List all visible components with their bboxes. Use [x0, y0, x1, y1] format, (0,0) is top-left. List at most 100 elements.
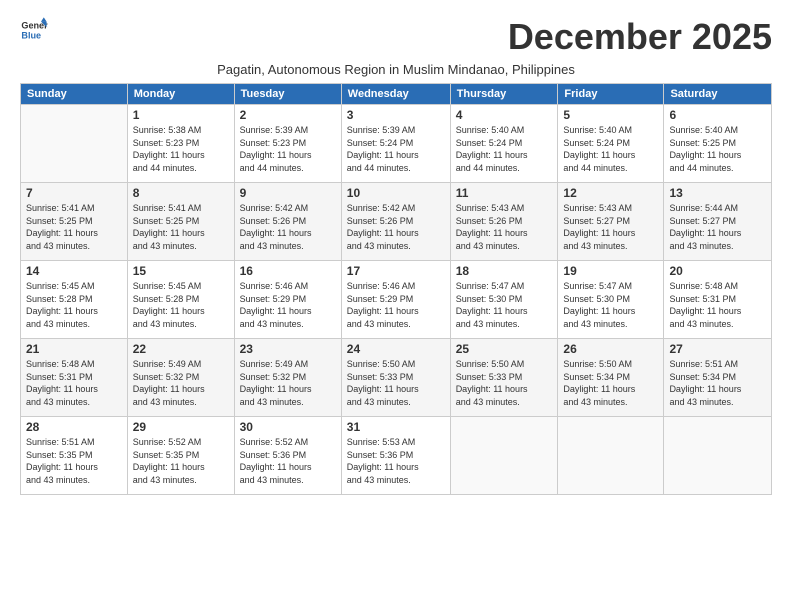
calendar-cell: 13 Sunrise: 5:44 AM Sunset: 5:27 PM Dayli… — [664, 183, 772, 261]
day-number: 21 — [26, 342, 122, 356]
day-info: Sunrise: 5:42 AM Sunset: 5:26 PM Dayligh… — [347, 202, 445, 252]
calendar-cell: 2 Sunrise: 5:39 AM Sunset: 5:23 PM Daylig… — [234, 105, 341, 183]
weekday-header: Sunday — [21, 84, 128, 105]
day-info: Sunrise: 5:52 AM Sunset: 5:35 PM Dayligh… — [133, 436, 229, 486]
calendar-week: 1 Sunrise: 5:38 AM Sunset: 5:23 PM Daylig… — [21, 105, 772, 183]
day-number: 1 — [133, 108, 229, 122]
calendar-cell: 30Sunrise: 5:52 AM Sunset: 5:36 PM Dayli… — [234, 417, 341, 495]
calendar-cell: 29 Sunrise: 5:52 AM Sunset: 5:35 PM Dayli… — [127, 417, 234, 495]
day-info: Sunrise: 5:49 AM Sunset: 5:32 PM Dayligh… — [133, 358, 229, 408]
day-info: Sunrise: 5:50 AM Sunset: 5:34 PM Dayligh… — [563, 358, 658, 408]
day-info: Sunrise: 5:45 AM Sunset: 5:28 PM Dayligh… — [26, 280, 122, 330]
calendar-cell: 18Sunrise: 5:47 AM Sunset: 5:30 PM Dayli… — [450, 261, 558, 339]
day-info: Sunrise: 5:40 AM Sunset: 5:24 PM Dayligh… — [456, 124, 553, 174]
calendar-cell: 23Sunrise: 5:49 AM Sunset: 5:32 PM Dayli… — [234, 339, 341, 417]
calendar-cell: 12 Sunrise: 5:43 AM Sunset: 5:27 PM Dayli… — [558, 183, 664, 261]
day-number: 25 — [456, 342, 553, 356]
day-number: 8 — [133, 186, 229, 200]
calendar-cell: 11 Sunrise: 5:43 AM Sunset: 5:26 PM Dayli… — [450, 183, 558, 261]
day-number: 11 — [456, 186, 553, 200]
calendar-cell: 3 Sunrise: 5:39 AM Sunset: 5:24 PM Daylig… — [341, 105, 450, 183]
day-info: Sunrise: 5:43 AM Sunset: 5:27 PM Dayligh… — [563, 202, 658, 252]
day-info: Sunrise: 5:51 AM Sunset: 5:34 PM Dayligh… — [669, 358, 766, 408]
calendar-cell — [558, 417, 664, 495]
day-number: 15 — [133, 264, 229, 278]
logo: General Blue — [20, 16, 48, 44]
calendar-cell: 4 Sunrise: 5:40 AM Sunset: 5:24 PM Daylig… — [450, 105, 558, 183]
day-info: Sunrise: 5:41 AM Sunset: 5:25 PM Dayligh… — [26, 202, 122, 252]
calendar-cell: 28Sunrise: 5:51 AM Sunset: 5:35 PM Dayli… — [21, 417, 128, 495]
weekday-header: Tuesday — [234, 84, 341, 105]
svg-text:Blue: Blue — [21, 30, 41, 40]
day-info: Sunrise: 5:44 AM Sunset: 5:27 PM Dayligh… — [669, 202, 766, 252]
logo-icon: General Blue — [20, 16, 48, 44]
day-info: Sunrise: 5:39 AM Sunset: 5:23 PM Dayligh… — [240, 124, 336, 174]
calendar-cell: 7 Sunrise: 5:41 AM Sunset: 5:25 PM Daylig… — [21, 183, 128, 261]
weekday-header: Wednesday — [341, 84, 450, 105]
day-number: 14 — [26, 264, 122, 278]
day-number: 16 — [240, 264, 336, 278]
day-info: Sunrise: 5:53 AM Sunset: 5:36 PM Dayligh… — [347, 436, 445, 486]
day-number: 3 — [347, 108, 445, 122]
day-number: 31 — [347, 420, 445, 434]
calendar-cell: 9 Sunrise: 5:42 AM Sunset: 5:26 PM Daylig… — [234, 183, 341, 261]
day-info: Sunrise: 5:48 AM Sunset: 5:31 PM Dayligh… — [669, 280, 766, 330]
day-number: 23 — [240, 342, 336, 356]
day-number: 5 — [563, 108, 658, 122]
subtitle: Pagatin, Autonomous Region in Muslim Min… — [20, 62, 772, 77]
calendar-cell: 14 Sunrise: 5:45 AM Sunset: 5:28 PM Dayli… — [21, 261, 128, 339]
day-info: Sunrise: 5:46 AM Sunset: 5:29 PM Dayligh… — [240, 280, 336, 330]
calendar-cell: 19 Sunrise: 5:47 AM Sunset: 5:30 PM Dayli… — [558, 261, 664, 339]
calendar-cell: 10 Sunrise: 5:42 AM Sunset: 5:26 PM Dayli… — [341, 183, 450, 261]
calendar-cell: 25 Sunrise: 5:50 AM Sunset: 5:33 PM Dayli… — [450, 339, 558, 417]
month-title: December 2025 — [508, 16, 772, 58]
day-number: 27 — [669, 342, 766, 356]
day-number: 18 — [456, 264, 553, 278]
calendar-cell: 21 Sunrise: 5:48 AM Sunset: 5:31 PM Dayli… — [21, 339, 128, 417]
day-info: Sunrise: 5:38 AM Sunset: 5:23 PM Dayligh… — [133, 124, 229, 174]
calendar-header: SundayMondayTuesdayWednesdayThursdayFrid… — [21, 84, 772, 105]
day-number: 9 — [240, 186, 336, 200]
day-info: Sunrise: 5:39 AM Sunset: 5:24 PM Dayligh… — [347, 124, 445, 174]
day-number: 20 — [669, 264, 766, 278]
day-info: Sunrise: 5:50 AM Sunset: 5:33 PM Dayligh… — [456, 358, 553, 408]
day-info: Sunrise: 5:48 AM Sunset: 5:31 PM Dayligh… — [26, 358, 122, 408]
day-number: 26 — [563, 342, 658, 356]
day-number: 10 — [347, 186, 445, 200]
day-number: 2 — [240, 108, 336, 122]
day-number: 30 — [240, 420, 336, 434]
day-number: 19 — [563, 264, 658, 278]
calendar-cell: 24 Sunrise: 5:50 AM Sunset: 5:33 PM Dayli… — [341, 339, 450, 417]
calendar-cell: 5 Sunrise: 5:40 AM Sunset: 5:24 PM Daylig… — [558, 105, 664, 183]
calendar-cell: 15Sunrise: 5:45 AM Sunset: 5:28 PM Dayli… — [127, 261, 234, 339]
calendar-cell — [664, 417, 772, 495]
day-number: 13 — [669, 186, 766, 200]
day-number: 7 — [26, 186, 122, 200]
day-number: 4 — [456, 108, 553, 122]
day-number: 24 — [347, 342, 445, 356]
day-number: 17 — [347, 264, 445, 278]
weekday-header: Thursday — [450, 84, 558, 105]
calendar-cell: 26 Sunrise: 5:50 AM Sunset: 5:34 PM Dayli… — [558, 339, 664, 417]
day-info: Sunrise: 5:50 AM Sunset: 5:33 PM Dayligh… — [347, 358, 445, 408]
day-info: Sunrise: 5:46 AM Sunset: 5:29 PM Dayligh… — [347, 280, 445, 330]
calendar-cell: 22 Sunrise: 5:49 AM Sunset: 5:32 PM Dayli… — [127, 339, 234, 417]
day-number: 22 — [133, 342, 229, 356]
calendar-cell: 8Sunrise: 5:41 AM Sunset: 5:25 PM Daylig… — [127, 183, 234, 261]
calendar-week: 7 Sunrise: 5:41 AM Sunset: 5:25 PM Daylig… — [21, 183, 772, 261]
day-info: Sunrise: 5:43 AM Sunset: 5:26 PM Dayligh… — [456, 202, 553, 252]
calendar-cell — [21, 105, 128, 183]
weekday-header: Friday — [558, 84, 664, 105]
day-info: Sunrise: 5:40 AM Sunset: 5:25 PM Dayligh… — [669, 124, 766, 174]
day-info: Sunrise: 5:40 AM Sunset: 5:24 PM Dayligh… — [563, 124, 658, 174]
day-number: 29 — [133, 420, 229, 434]
weekday-header: Monday — [127, 84, 234, 105]
day-number: 28 — [26, 420, 122, 434]
calendar-week: 28Sunrise: 5:51 AM Sunset: 5:35 PM Dayli… — [21, 417, 772, 495]
weekday-header: Saturday — [664, 84, 772, 105]
day-info: Sunrise: 5:47 AM Sunset: 5:30 PM Dayligh… — [563, 280, 658, 330]
day-info: Sunrise: 5:42 AM Sunset: 5:26 PM Dayligh… — [240, 202, 336, 252]
calendar-cell: 16 Sunrise: 5:46 AM Sunset: 5:29 PM Dayli… — [234, 261, 341, 339]
calendar-cell: 6Sunrise: 5:40 AM Sunset: 5:25 PM Daylig… — [664, 105, 772, 183]
day-number: 12 — [563, 186, 658, 200]
